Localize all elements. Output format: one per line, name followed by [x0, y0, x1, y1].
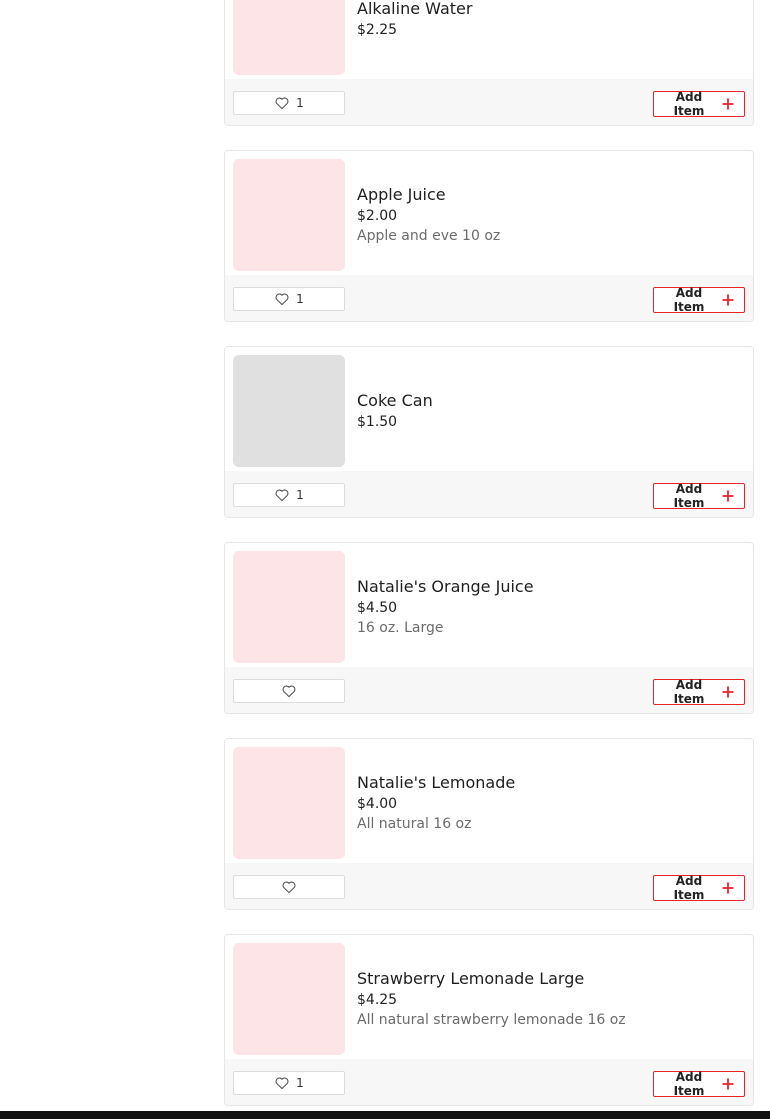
add-item-button[interactable]: Add Item	[653, 90, 745, 118]
item-info: Natalie's Orange Juice $4.50 16 oz. Larg…	[357, 551, 743, 663]
add-item-button[interactable]: Add Item	[653, 678, 745, 706]
like-button[interactable]: 1	[233, 1071, 345, 1095]
item-name[interactable]: Natalie's Orange Juice	[357, 576, 743, 598]
item-footer: 1 Add Item	[225, 79, 753, 125]
heart-outline-icon	[282, 685, 296, 698]
item-description: 16 oz. Large	[357, 620, 444, 636]
menu-item-card[interactable]: Strawberry Lemonade Large $4.25 All natu…	[224, 934, 754, 1106]
item-price: $4.00	[357, 796, 398, 812]
like-count: 1	[296, 96, 304, 110]
menu-page: Alkaline Water $2.25 1 Add Item Apple Ju…	[0, 0, 770, 1119]
add-item-label: Add Item	[673, 90, 705, 118]
item-description: Apple and eve 10 oz	[357, 228, 501, 244]
like-button[interactable]: 1	[233, 483, 345, 507]
add-item-label: Add Item	[673, 482, 705, 510]
bottom-bar	[0, 1111, 770, 1119]
add-item-button[interactable]: Add Item	[653, 874, 745, 902]
item-image[interactable]	[233, 355, 345, 467]
plus-icon	[722, 98, 734, 110]
like-button[interactable]	[233, 679, 345, 703]
add-item-button[interactable]: Add Item	[653, 482, 745, 510]
plus-icon	[722, 294, 734, 306]
item-image[interactable]	[233, 943, 345, 1055]
item-price: $2.25	[357, 22, 398, 38]
item-info: Natalie's Lemonade $4.00 All natural 16 …	[357, 747, 743, 859]
add-item-label: Add Item	[673, 874, 705, 902]
heart-outline-icon	[275, 489, 289, 502]
like-count: 1	[296, 292, 304, 306]
heart-outline-icon	[275, 293, 289, 306]
item-footer: 1 Add Item	[225, 1059, 753, 1105]
add-item-button[interactable]: Add Item	[653, 286, 745, 314]
item-image[interactable]	[233, 159, 345, 271]
item-price: $4.50	[357, 600, 398, 616]
menu-item-card[interactable]: Apple Juice $2.00 Apple and eve 10 oz 1 …	[224, 150, 754, 322]
item-image[interactable]	[233, 0, 345, 75]
item-footer: 1 Add Item	[225, 471, 753, 517]
menu-item-card[interactable]: Natalie's Orange Juice $4.50 16 oz. Larg…	[224, 542, 754, 714]
like-count: 1	[296, 488, 304, 502]
item-footer: Add Item	[225, 667, 753, 713]
like-button[interactable]	[233, 875, 345, 899]
item-description: All natural 16 oz	[357, 816, 472, 832]
plus-icon	[722, 882, 734, 894]
item-price: $2.00	[357, 208, 398, 224]
item-description: All natural strawberry lemonade 16 oz	[357, 1012, 626, 1028]
like-count: 1	[296, 1076, 304, 1090]
item-price: $4.25	[357, 992, 398, 1008]
item-name[interactable]: Natalie's Lemonade	[357, 772, 743, 794]
item-footer: Add Item	[225, 863, 753, 909]
like-button[interactable]: 1	[233, 287, 345, 311]
plus-icon	[722, 686, 734, 698]
heart-outline-icon	[275, 1077, 289, 1090]
item-info: Alkaline Water $2.25	[357, 0, 743, 75]
add-item-label: Add Item	[673, 1070, 705, 1098]
item-image[interactable]	[233, 747, 345, 859]
plus-icon	[722, 490, 734, 502]
menu-item-card[interactable]: Alkaline Water $2.25 1 Add Item	[224, 0, 754, 126]
menu-item-card[interactable]: Coke Can $1.50 1 Add Item	[224, 346, 754, 518]
item-image[interactable]	[233, 551, 345, 663]
item-name[interactable]: Alkaline Water	[357, 0, 743, 20]
item-info: Apple Juice $2.00 Apple and eve 10 oz	[357, 159, 743, 271]
menu-item-list: Alkaline Water $2.25 1 Add Item Apple Ju…	[224, 0, 754, 1119]
item-footer: 1 Add Item	[225, 275, 753, 321]
add-item-button[interactable]: Add Item	[653, 1070, 745, 1098]
heart-outline-icon	[275, 97, 289, 110]
plus-icon	[722, 1078, 734, 1090]
like-button[interactable]: 1	[233, 91, 345, 115]
item-name[interactable]: Apple Juice	[357, 184, 743, 206]
item-name[interactable]: Coke Can	[357, 390, 743, 412]
heart-outline-icon	[282, 881, 296, 894]
menu-item-card[interactable]: Natalie's Lemonade $4.00 All natural 16 …	[224, 738, 754, 910]
add-item-label: Add Item	[673, 678, 705, 706]
item-info: Coke Can $1.50	[357, 355, 743, 467]
item-price: $1.50	[357, 414, 398, 430]
item-info: Strawberry Lemonade Large $4.25 All natu…	[357, 943, 743, 1055]
add-item-label: Add Item	[673, 286, 705, 314]
item-name[interactable]: Strawberry Lemonade Large	[357, 968, 743, 990]
